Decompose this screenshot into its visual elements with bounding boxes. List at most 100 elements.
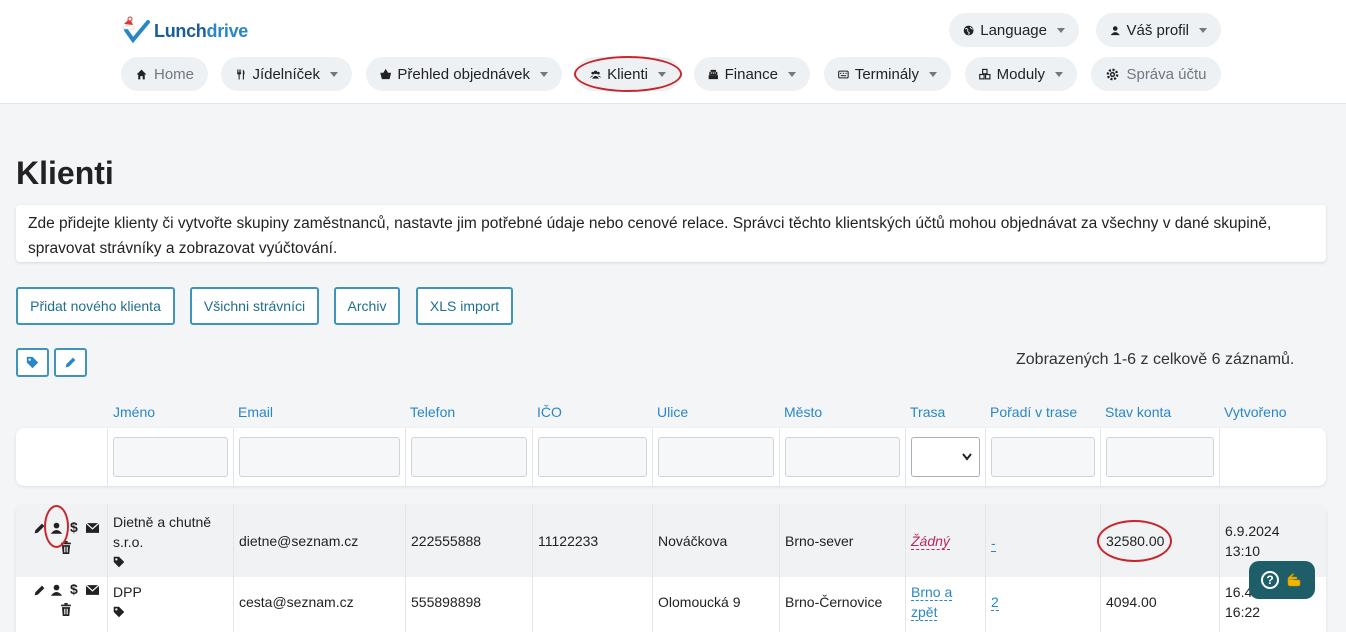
- brand-name-lunch: Lunch: [154, 20, 207, 41]
- column-divider: [233, 428, 234, 486]
- nav-orders[interactable]: Přehled objednávek: [366, 57, 562, 91]
- nav-menu[interactable]: Jídelníček: [221, 57, 352, 91]
- user-icon: [1110, 25, 1120, 35]
- client-route-order[interactable]: 2: [991, 592, 999, 612]
- filter-street-input[interactable]: [658, 437, 774, 477]
- basket-icon: [380, 68, 392, 79]
- created-date: 6.9.2024: [1225, 523, 1280, 539]
- keyboard-icon: [838, 70, 849, 78]
- client-route[interactable]: Žádný: [911, 531, 950, 551]
- filter-name-input[interactable]: [113, 437, 228, 477]
- pencil-icon: [65, 357, 76, 368]
- column-divider: [233, 505, 234, 632]
- nav-modules[interactable]: Moduly: [965, 57, 1077, 91]
- filter-route-select[interactable]: [911, 437, 980, 477]
- envelope-icon[interactable]: [86, 522, 99, 534]
- nav-finance-label: Finance: [724, 65, 778, 83]
- column-header-route-order[interactable]: Pořadí v trase: [990, 404, 1077, 420]
- add-client-button[interactable]: Přidat nového klienta: [16, 287, 175, 325]
- dollar-icon[interactable]: $: [70, 581, 78, 597]
- logo-icon: [120, 16, 150, 46]
- client-balance: 4094.00: [1106, 594, 1157, 610]
- edit-pencil-icon[interactable]: [33, 522, 46, 535]
- column-divider: [905, 505, 906, 632]
- profile-menu[interactable]: Váš profil: [1096, 13, 1221, 47]
- trash-icon[interactable]: [60, 603, 72, 616]
- client-city: Brno-Černovice: [785, 594, 883, 610]
- column-header-created[interactable]: Vytvořeno: [1224, 404, 1287, 420]
- column-divider: [779, 428, 780, 486]
- client-city: Brno-sever: [785, 533, 854, 549]
- language-menu[interactable]: Language: [949, 13, 1079, 47]
- user-icon[interactable]: [50, 583, 63, 597]
- nav-terminals[interactable]: Terminály: [824, 57, 951, 91]
- client-name[interactable]: DPP: [113, 582, 142, 602]
- route-link-line1[interactable]: Brno a: [911, 584, 953, 601]
- filter-ico-input[interactable]: [538, 437, 647, 477]
- user-icon[interactable]: [50, 521, 63, 535]
- chevron-down-icon: [788, 71, 796, 77]
- client-balance: 32580.00: [1106, 533, 1165, 549]
- nav-clients[interactable]: Klienti: [576, 57, 680, 91]
- filter-city-input[interactable]: [785, 437, 900, 477]
- edit-pencil-icon[interactable]: [33, 584, 46, 597]
- language-label: Language: [980, 21, 1047, 39]
- column-header-balance[interactable]: Stav konta: [1105, 404, 1171, 420]
- column-header-city[interactable]: Město: [784, 404, 822, 420]
- nav-modules-label: Moduly: [996, 65, 1045, 83]
- client-street: Olomoucká 9: [658, 594, 741, 610]
- column-divider: [985, 505, 986, 632]
- route-order-link[interactable]: 2: [991, 594, 999, 611]
- chevron-down-icon: [962, 453, 972, 461]
- column-divider: [107, 428, 108, 486]
- nav-account-settings[interactable]: Správa účtu: [1091, 57, 1221, 91]
- filter-route-order-input[interactable]: [991, 437, 1095, 477]
- client-phone: 222555888: [411, 533, 482, 549]
- help-widget-button[interactable]: ?: [1249, 561, 1315, 599]
- client-email: dietne@seznam.cz: [239, 533, 359, 549]
- nav-finance[interactable]: Finance: [694, 57, 810, 91]
- created-time: 13:10: [1225, 543, 1261, 559]
- column-header-street[interactable]: Ulice: [657, 404, 688, 420]
- filter-phone-input[interactable]: [411, 437, 527, 477]
- chevron-down-icon: [540, 71, 548, 77]
- nav-clients-label: Klienti: [607, 65, 648, 83]
- archive-button[interactable]: Archiv: [334, 287, 400, 325]
- tag-icon[interactable]: [113, 556, 125, 568]
- gear-icon: [1107, 68, 1119, 80]
- tag-icon[interactable]: [113, 606, 125, 618]
- nav-orders-label: Přehled objednávek: [397, 65, 530, 83]
- route-order-link[interactable]: -: [991, 535, 996, 552]
- filter-email-input[interactable]: [239, 437, 400, 477]
- column-divider: [532, 428, 533, 486]
- client-route[interactable]: Brno a zpět: [911, 582, 953, 622]
- column-header-ico[interactable]: IČO: [537, 404, 562, 420]
- bulk-edit-button[interactable]: [54, 348, 87, 377]
- column-header-email[interactable]: Email: [238, 404, 273, 420]
- chevron-down-icon: [1199, 27, 1207, 33]
- users-icon: [590, 70, 602, 79]
- brand-logo[interactable]: Lunchdrive: [120, 16, 248, 46]
- trash-icon[interactable]: [60, 541, 72, 554]
- tag-button[interactable]: [16, 348, 49, 377]
- client-name[interactable]: Dietně a chutně s.r.o.: [113, 512, 211, 552]
- utensils-icon: [237, 68, 245, 80]
- route-link-line2[interactable]: zpět: [911, 604, 938, 621]
- column-divider: [985, 428, 986, 486]
- column-header-route[interactable]: Trasa: [910, 404, 945, 420]
- brand-name-drive: drive: [206, 20, 249, 41]
- all-diners-button[interactable]: Všichni strávníci: [190, 287, 319, 325]
- envelope-icon[interactable]: [86, 584, 99, 596]
- column-divider: [405, 428, 406, 486]
- cubes-icon: [979, 68, 991, 79]
- xls-import-button[interactable]: XLS import: [416, 287, 513, 325]
- column-header-name[interactable]: Jméno: [113, 404, 155, 420]
- route-link[interactable]: Žádný: [911, 533, 950, 550]
- nav-home[interactable]: Home: [121, 57, 208, 91]
- filter-balance-input[interactable]: [1106, 437, 1214, 477]
- dollar-icon[interactable]: $: [70, 519, 78, 535]
- column-header-phone[interactable]: Telefon: [410, 404, 455, 420]
- client-route-order[interactable]: -: [991, 533, 996, 553]
- cash-register-icon: [708, 69, 718, 79]
- column-divider: [532, 505, 533, 632]
